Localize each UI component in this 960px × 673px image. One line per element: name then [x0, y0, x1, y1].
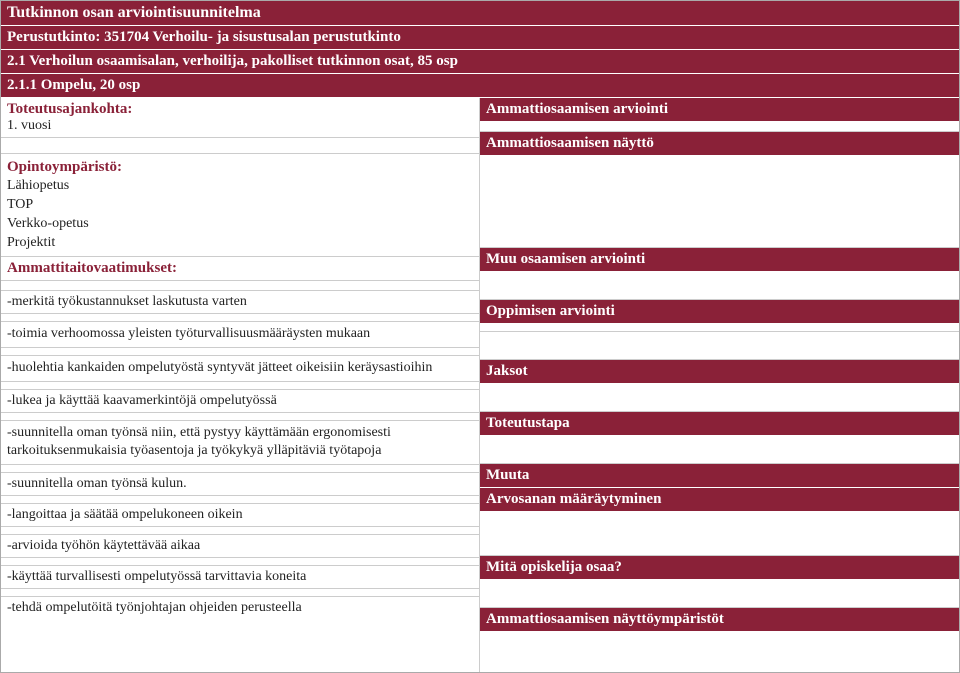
spacer [1, 382, 479, 390]
assessment-header-ammatti-arviointi: Ammattiosaamisen arviointi [480, 98, 959, 122]
spacer [480, 324, 959, 332]
skill-item: -suunnitella oman työnsä niin, että pyst… [1, 421, 479, 466]
assessment-header-oppimisen-arviointi: Oppimisen arviointi [480, 300, 959, 324]
spacer [1, 413, 479, 421]
header-section: 2.1 Verhoilun osaamisalan, verhoilija, p… [1, 50, 959, 74]
timing-label: Toteutusajankohta: [7, 101, 473, 118]
assessment-header-ammatti-naytto: Ammattiosaamisen näyttö [480, 132, 959, 156]
skill-item: -suunnitella oman työnsä kulun. [1, 473, 479, 496]
skill-item: -käyttää turvallisesti ompelutyössä tarv… [1, 566, 479, 589]
skill-item: -toimia verhoomossa yleisten työturvalli… [1, 322, 479, 348]
skill-item: -merkitä työkustannukset laskutusta vart… [1, 291, 479, 314]
spacer [1, 496, 479, 504]
skill-item: -huolehtia kankaiden ompelutyöstä syntyv… [1, 356, 479, 382]
spacer [1, 558, 479, 566]
header-unit: 2.1.1 Ompelu, 20 osp [1, 74, 959, 98]
spacer [1, 527, 479, 535]
env-line-0: Lähiopetus [7, 177, 473, 196]
assessment-header-arvosana: Arvosanan määräytyminen [480, 488, 959, 512]
assessment-header-nayttoymparistot: Ammattiosaamisen näyttöympäristöt [480, 608, 959, 632]
env-line-1: TOP [7, 196, 473, 215]
left-column: Toteutusajankohta: 1. vuosi Opintoympäri… [1, 98, 480, 672]
skill-item: -tehdä ompelutöitä työnjohtajan ohjeiden… [1, 597, 479, 619]
spacer [1, 281, 479, 291]
spacer [480, 384, 959, 412]
spacer [480, 272, 959, 300]
spacer [480, 580, 959, 608]
environment-label: Opintoympäristö: [7, 157, 473, 177]
assessment-header-jaksot: Jaksot [480, 360, 959, 384]
header-subtitle: Perustutkinto: 351704 Verhoilu- ja sisus… [1, 26, 959, 50]
spacer [1, 138, 479, 154]
skill-item: -arvioida työhön käytettävää aikaa [1, 535, 479, 558]
spacer [480, 122, 959, 132]
spacer [480, 632, 959, 672]
curriculum-table: Tutkinnon osan arviointisuunnitelma Peru… [0, 0, 960, 673]
assessment-header-muuta: Muuta [480, 464, 959, 488]
spacer [1, 314, 479, 322]
timing-value: 1. vuosi [7, 118, 473, 134]
header-title: Tutkinnon osan arviointisuunnitelma [1, 1, 959, 26]
assessment-header-mita-osaa: Mitä opiskelija osaa? [480, 556, 959, 580]
right-column: Ammattiosaamisen arviointi Ammattiosaami… [480, 98, 959, 672]
skill-item: -lukea ja käyttää kaavamerkintöjä ompelu… [1, 390, 479, 413]
spacer [480, 436, 959, 464]
skill-item: -langoittaa ja säätää ompelukoneen oikei… [1, 504, 479, 527]
skills-label-cell: Ammattitaitovaatimukset: [1, 257, 479, 281]
spacer [480, 512, 959, 556]
env-line-3: Projektit [7, 234, 473, 253]
skills-label: Ammattitaitovaatimukset: [7, 260, 177, 276]
spacer [480, 156, 959, 248]
spacer [1, 589, 479, 597]
timing-cell: Toteutusajankohta: 1. vuosi [1, 98, 479, 138]
spacer [1, 348, 479, 356]
env-line-2: Verkko-opetus [7, 215, 473, 234]
spacer [1, 465, 479, 473]
environment-cell: Opintoympäristö: Lähiopetus TOP Verkko-o… [1, 154, 479, 257]
assessment-header-muu-arviointi: Muu osaamisen arviointi [480, 248, 959, 272]
assessment-header-toteutustapa: Toteutustapa [480, 412, 959, 436]
spacer [480, 332, 959, 360]
